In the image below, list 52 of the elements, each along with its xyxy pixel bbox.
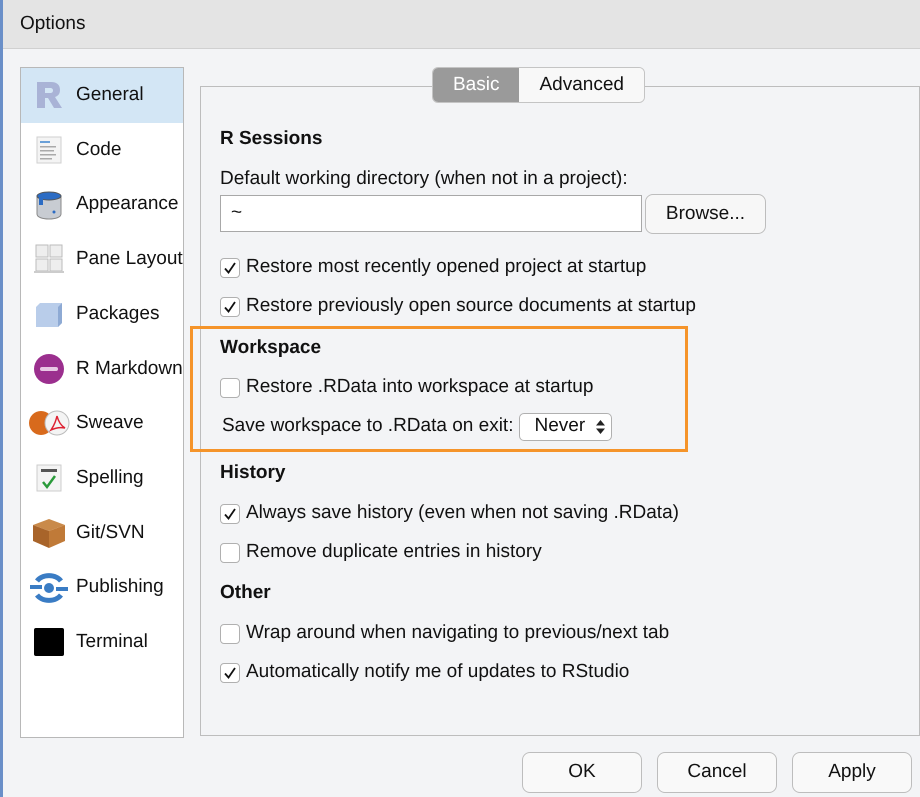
checkbox-label: Automatically notify me of updates to RStudio [246,660,630,684]
select-label: Save workspace to .RData on exit: [222,414,514,438]
document-icon [36,136,62,164]
window-title: Options [20,12,86,36]
checkbox[interactable] [220,504,240,524]
sidebar-item[interactable]: R Markdown [21,341,183,396]
four-panes-icon [32,244,64,274]
sidebar-item[interactable]: Spelling [21,450,183,506]
section-heading: R Sessions [220,126,322,151]
dialog-button[interactable]: OK [522,752,642,793]
section-heading: Other [220,580,271,605]
sidebar-item[interactable]: Publishing [21,560,183,615]
sidebar-item[interactable]: Appearance [21,177,183,232]
checkbox[interactable] [220,258,240,278]
terminal-icon [34,628,64,656]
checkbox[interactable] [220,624,240,644]
sidebar-item[interactable]: Terminal [21,614,183,670]
publish-icon [28,572,68,604]
up-down-arrows-icon [596,420,606,434]
checkbox-label: Remove duplicate entries in history [246,540,542,564]
sidebar-item[interactable]: General [21,68,183,123]
section-heading: Workspace [220,336,322,360]
checkbox-label: Wrap around when navigating to previous/next tab [246,621,670,646]
section-heading: History [220,460,286,485]
dialog-button[interactable]: Apply [792,752,912,793]
checkbox[interactable] [220,662,240,682]
checkbox[interactable] [220,542,240,562]
directory-field[interactable]: ~ [220,195,642,232]
sidebar-item[interactable]: Sweave [21,396,183,451]
checkmark-icon [223,506,237,520]
spellcheck-icon [36,464,62,492]
dialog-button[interactable]: Cancel [657,752,777,793]
checkbox[interactable] [220,378,240,398]
checkmark-icon [223,300,237,314]
paint-bucket-icon [34,190,64,220]
checkbox-label: Restore most recently opened project at startup [246,255,646,280]
cardboard-box-icon [30,516,66,549]
browse-button[interactable]: Browse... [645,194,766,234]
dropdown[interactable]: Never [519,412,612,440]
sidebar-item[interactable]: Pane Layout [21,232,183,287]
checkmark-icon [223,260,237,274]
sidebar-item[interactable]: Git/SVN [21,506,183,560]
field-label: Default working directory (when not in a project): [220,166,628,191]
checkmark-icon [223,666,237,680]
checkbox-label: Restore .RData into workspace at startup [246,375,594,400]
round-badge-icon [32,352,64,385]
checkbox[interactable] [220,296,240,316]
checkbox-label: Always save history (even when not saving .RData) [246,501,679,526]
sidebar-item[interactable]: Packages [21,286,183,342]
sidebar-item[interactable]: Code [21,122,183,178]
checkbox-label: Restore previously open source documents at startup [246,294,696,318]
sweave-pdf-icon [28,409,70,438]
